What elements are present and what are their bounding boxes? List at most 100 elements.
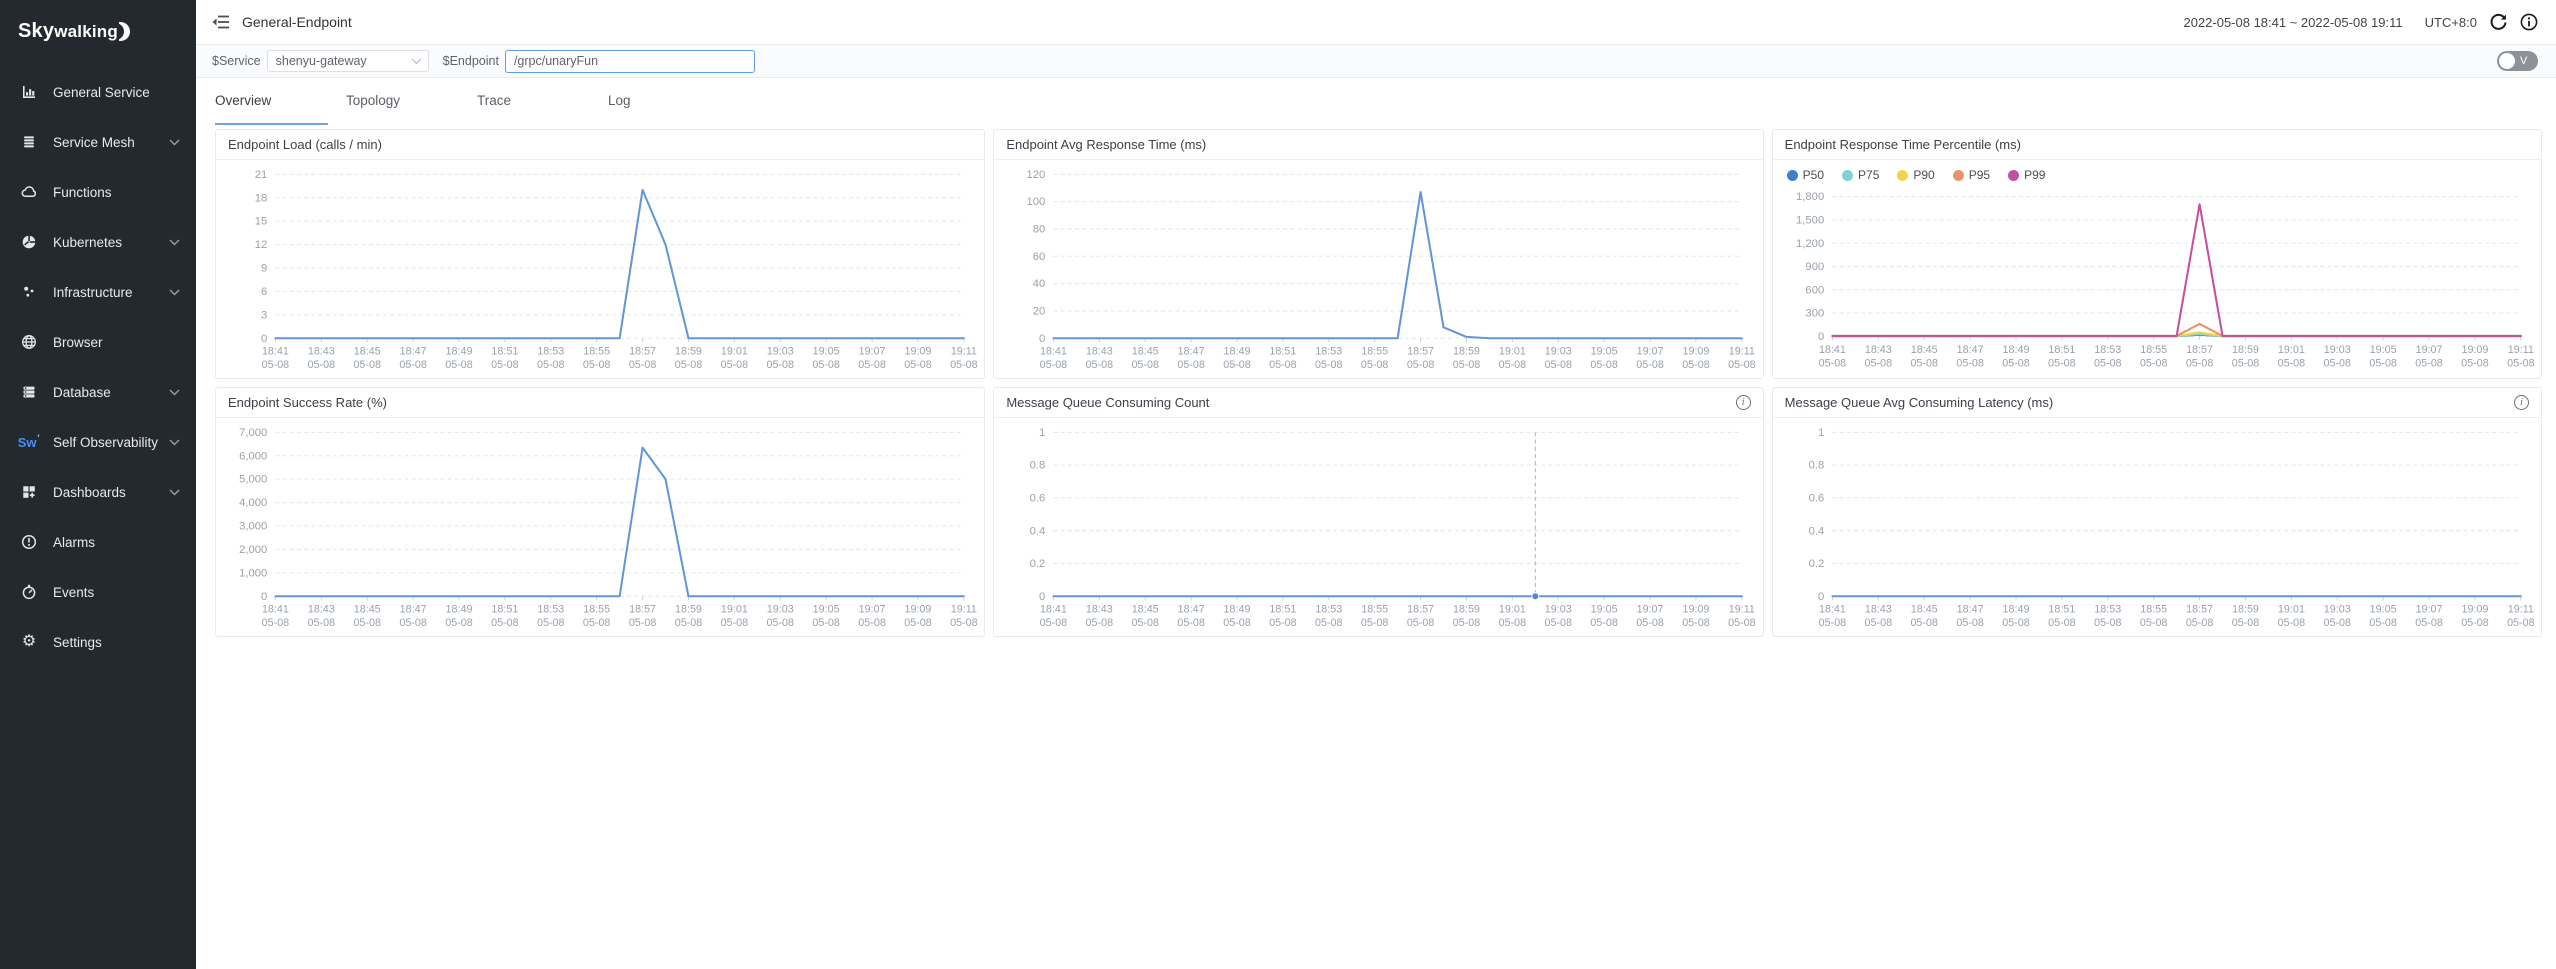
chart-plot-area[interactable]: 03691215182118:4105-0818:4305-0818:4505-… (216, 160, 984, 379)
sidebar-item-events[interactable]: Events (0, 567, 196, 617)
endpoint-input[interactable] (505, 50, 755, 73)
svg-text:9: 9 (261, 263, 267, 275)
chart-plot-area[interactable]: 00.20.40.60.8118:4105-0818:4305-0818:450… (994, 418, 1762, 637)
svg-text:1: 1 (1818, 427, 1824, 439)
svg-text:05-08: 05-08 (262, 617, 290, 629)
chart-plot-area[interactable]: 01,0002,0003,0004,0005,0006,0007,00018:4… (216, 418, 984, 637)
refresh-icon[interactable] (2489, 13, 2508, 32)
svg-text:600: 600 (1805, 284, 1824, 296)
legend-item-p95[interactable]: P95 (1953, 168, 1990, 182)
chart-legend: P50 P75 P90 P95 P99 (1773, 160, 2541, 182)
svg-text:05-08: 05-08 (904, 359, 932, 371)
tab-log[interactable]: Log (608, 87, 739, 125)
endpoint-label: $Endpoint (443, 54, 499, 68)
svg-text:05-08: 05-08 (1224, 617, 1252, 629)
skywalking-logo[interactable]: Skywalking (0, 0, 196, 57)
time-range-picker[interactable]: 2022-05-08 18:41 ~ 2022-05-08 19:11 (2183, 15, 2402, 30)
svg-text:05-08: 05-08 (445, 359, 473, 371)
chevron-down-icon (169, 239, 180, 246)
chart-info-icon[interactable]: i (2514, 395, 2529, 410)
svg-text:0.6: 0.6 (1030, 492, 1046, 504)
sidebar-item-dashboards[interactable]: Dashboards (0, 467, 196, 517)
legend-item-p90[interactable]: P90 (1897, 168, 1934, 182)
svg-text:18:43: 18:43 (1086, 346, 1113, 358)
legend-item-p99[interactable]: P99 (2008, 168, 2045, 182)
chart-plot-area[interactable]: 00.20.40.60.8118:4105-0818:4305-0818:450… (1773, 418, 2541, 637)
svg-text:05-08: 05-08 (399, 617, 427, 629)
svg-text:18:51: 18:51 (491, 346, 518, 358)
svg-text:19:11: 19:11 (951, 346, 977, 358)
info-icon[interactable] (2520, 13, 2538, 31)
svg-text:05-08: 05-08 (1178, 359, 1206, 371)
svg-text:18:51: 18:51 (491, 604, 518, 616)
legend-dot (1897, 170, 1908, 181)
sidebar-item-functions[interactable]: Functions (0, 167, 196, 217)
svg-text:05-08: 05-08 (2461, 357, 2488, 369)
svg-text:05-08: 05-08 (399, 359, 427, 371)
sidebar-item-general-service[interactable]: General Service (0, 67, 196, 117)
sidebar-collapse-icon[interactable] (210, 11, 232, 33)
svg-text:7,000: 7,000 (239, 427, 267, 439)
chart-plot-area[interactable]: 03006009001,2001,5001,80018:4105-0818:43… (1773, 182, 2541, 378)
svg-text:300: 300 (1805, 308, 1824, 320)
chart-title: Endpoint Load (calls / min) (228, 137, 382, 152)
tab-trace[interactable]: Trace (477, 87, 608, 125)
svg-text:05-08: 05-08 (1499, 359, 1527, 371)
svg-text:18:51: 18:51 (1270, 346, 1297, 358)
layers-icon (20, 133, 38, 151)
sidebar-item-alarms[interactable]: Alarms (0, 517, 196, 567)
svg-text:80: 80 (1033, 224, 1046, 236)
sidebar-item-browser[interactable]: Browser (0, 317, 196, 367)
chart-plot-area[interactable]: 02040608010012018:4105-0818:4305-0818:45… (994, 160, 1762, 379)
sidebar-item-infrastructure[interactable]: Infrastructure (0, 267, 196, 317)
svg-text:18:59: 18:59 (2232, 604, 2259, 616)
svg-text:05-08: 05-08 (1453, 617, 1481, 629)
sidebar-item-database[interactable]: Database (0, 367, 196, 417)
tab-overview[interactable]: Overview (215, 87, 346, 125)
sidebar-item-self-observability[interactable]: SwʿSelf Observability (0, 417, 196, 467)
svg-text:18:59: 18:59 (2232, 344, 2259, 356)
svg-text:4,000: 4,000 (239, 497, 267, 509)
service-select[interactable]: shenyu-gateway (267, 50, 429, 72)
svg-text:0: 0 (1039, 333, 1045, 345)
kubernetes-icon (20, 233, 38, 251)
svg-text:05-08: 05-08 (308, 359, 336, 371)
chart-info-icon[interactable]: i (1736, 395, 1751, 410)
alarm-icon (20, 533, 38, 551)
svg-text:05-08: 05-08 (2231, 617, 2259, 629)
svg-text:0: 0 (261, 333, 267, 345)
legend-item-p50[interactable]: P50 (1787, 168, 1824, 182)
svg-text:0: 0 (1818, 591, 1824, 603)
svg-text:19:07: 19:07 (859, 346, 886, 358)
svg-text:18:47: 18:47 (1178, 604, 1205, 616)
svg-text:100: 100 (1027, 196, 1046, 208)
svg-text:6: 6 (261, 286, 267, 298)
sidebar: Skywalking General ServiceService MeshFu… (0, 0, 196, 969)
chart-card-message-queue-avg-consuming-latency-ms: Message Queue Avg Consuming Latency (ms)… (1772, 387, 2542, 637)
logo-swoosh-icon (119, 22, 133, 42)
charts-grid: Endpoint Load (calls / min)0369121518211… (196, 125, 2556, 637)
view-toggle[interactable]: V (2497, 51, 2538, 71)
svg-text:05-08: 05-08 (2140, 617, 2168, 629)
legend-item-p75[interactable]: P75 (1842, 168, 1879, 182)
svg-text:05-08: 05-08 (1086, 359, 1114, 371)
sidebar-item-kubernetes[interactable]: Kubernetes (0, 217, 196, 267)
svg-text:18:55: 18:55 (1362, 346, 1389, 358)
svg-text:18:49: 18:49 (446, 346, 473, 358)
svg-text:05-08: 05-08 (1956, 617, 1984, 629)
svg-text:05-08: 05-08 (1269, 359, 1297, 371)
sidebar-item-label: Settings (53, 635, 102, 650)
svg-text:18:57: 18:57 (1407, 604, 1434, 616)
sidebar-item-label: Alarms (53, 535, 95, 550)
sidebar-item-settings[interactable]: ⚙Settings (0, 617, 196, 667)
tab-topology[interactable]: Topology (346, 87, 477, 125)
main-area: General-Endpoint 2022-05-08 18:41 ~ 2022… (196, 0, 2556, 969)
svg-text:19:07: 19:07 (2415, 604, 2442, 616)
svg-text:18:41: 18:41 (1819, 604, 1846, 616)
svg-text:60: 60 (1033, 251, 1046, 263)
sidebar-nav: General ServiceService MeshFunctionsKube… (0, 67, 196, 667)
sidebar-item-service-mesh[interactable]: Service Mesh (0, 117, 196, 167)
svg-text:19:03: 19:03 (767, 346, 794, 358)
svg-text:05-08: 05-08 (629, 359, 657, 371)
svg-text:0.8: 0.8 (1030, 460, 1046, 472)
